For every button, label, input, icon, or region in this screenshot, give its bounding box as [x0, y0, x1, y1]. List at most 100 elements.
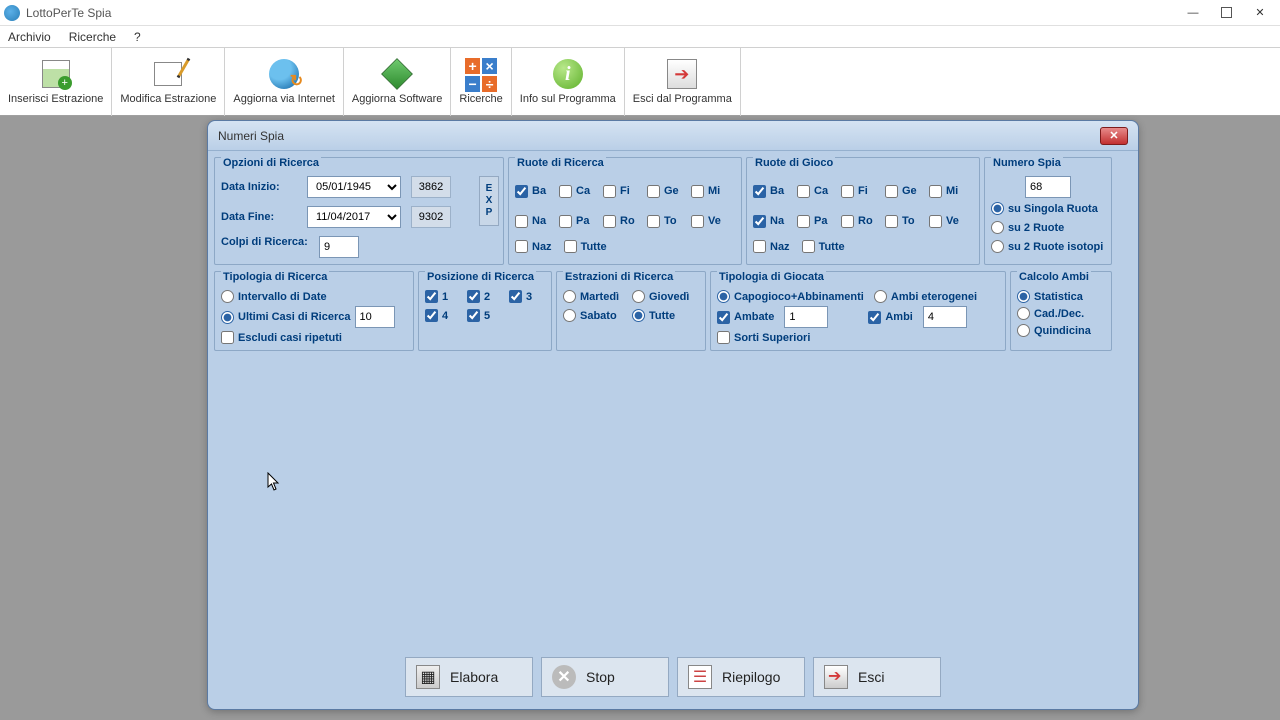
info-icon: i: [552, 58, 584, 90]
menu-ricerche[interactable]: Ricerche: [69, 30, 116, 44]
exit-icon: [666, 58, 698, 90]
radio-cad[interactable]: Cad./Dec.: [1017, 307, 1105, 320]
chk-rg-pa[interactable]: Pa: [797, 215, 841, 228]
chk-pos-4[interactable]: 4: [425, 309, 465, 322]
chk-rg-ca[interactable]: Ca: [797, 185, 841, 198]
dialog-title: Numeri Spia: [218, 129, 284, 143]
exp-button[interactable]: EXP: [479, 176, 499, 226]
group-tipologia-ricerca: Tipologia di Ricerca Intervallo di Date …: [214, 271, 414, 351]
radio-singola[interactable]: su Singola Ruota: [991, 202, 1105, 215]
input-ambi[interactable]: [923, 306, 967, 328]
legend-estrazioni: Estrazioni di Ricerca: [563, 271, 675, 283]
input-ambate[interactable]: [784, 306, 828, 328]
group-tipologia-giocata: Tipologia di Giocata Capogioco+Abbinamen…: [710, 271, 1006, 351]
chk-rr-ge[interactable]: Ge: [647, 185, 691, 198]
input-colpi[interactable]: [319, 236, 359, 258]
tool-esci[interactable]: Esci dal Programma: [625, 48, 741, 116]
input-data-fine[interactable]: 11/04/2017: [307, 206, 401, 228]
summary-icon: ☰: [688, 665, 712, 689]
chk-rg-mi[interactable]: Mi: [929, 185, 973, 198]
chk-rr-ca[interactable]: Ca: [559, 185, 603, 198]
chk-rr-ba[interactable]: Ba: [515, 185, 559, 198]
footer-buttons: ▦Elabora ✕Stop ☰Riepilogo Esci: [208, 657, 1138, 697]
menubar: Archivio Ricerche ?: [0, 26, 1280, 48]
tool-inserisci-label: Inserisci Estrazione: [8, 93, 103, 105]
readout-data-inizio: [411, 176, 451, 198]
group-numero-spia: Numero Spia su Singola Ruota su 2 Ruote …: [984, 157, 1112, 265]
app-title: LottoPerTe Spia: [26, 6, 111, 20]
legend-tipologia-ricerca: Tipologia di Ricerca: [221, 271, 329, 283]
chk-pos-1[interactable]: 1: [425, 290, 465, 303]
chk-rr-ro[interactable]: Ro: [603, 215, 647, 228]
input-ultimi[interactable]: [355, 306, 395, 328]
close-button[interactable]: ✕: [1250, 6, 1270, 20]
chk-rg-ge[interactable]: Ge: [885, 185, 929, 198]
chk-ambate[interactable]: Ambate: [717, 311, 774, 324]
group-estrazioni: Estrazioni di Ricerca Martedì Giovedì Sa…: [556, 271, 706, 351]
chk-rr-naz[interactable]: Naz: [515, 240, 552, 253]
radio-quin[interactable]: Quindicina: [1017, 324, 1105, 337]
chk-rg-tutte[interactable]: Tutte: [802, 240, 845, 253]
chk-rr-pa[interactable]: Pa: [559, 215, 603, 228]
radio-sabato[interactable]: Sabato: [563, 309, 630, 322]
package-icon: [381, 58, 413, 90]
exit-small-icon: [824, 665, 848, 689]
input-numero-spia[interactable]: [1025, 176, 1071, 198]
chk-rg-fi[interactable]: Fi: [841, 185, 885, 198]
stop-icon: ✕: [552, 665, 576, 689]
radio-isotopi[interactable]: su 2 Ruote isotopi: [991, 240, 1105, 253]
legend-calcolo: Calcolo Ambi: [1017, 271, 1091, 283]
chk-rg-ro[interactable]: Ro: [841, 215, 885, 228]
chk-rg-to[interactable]: To: [885, 215, 929, 228]
toolbar: Inserisci Estrazione Modifica Estrazione…: [0, 48, 1280, 116]
chk-rr-mi[interactable]: Mi: [691, 185, 735, 198]
chk-pos-2[interactable]: 2: [467, 290, 507, 303]
chk-rr-tutte[interactable]: Tutte: [564, 240, 607, 253]
chk-rg-naz[interactable]: Naz: [753, 240, 790, 253]
globe-refresh-icon: [268, 58, 300, 90]
chk-escludi[interactable]: Escludi casi ripetuti: [221, 331, 407, 344]
menu-help[interactable]: ?: [134, 30, 141, 44]
radio-ultimi[interactable]: Ultimi Casi di Ricerca: [221, 311, 351, 324]
tool-inserisci[interactable]: Inserisci Estrazione: [0, 48, 112, 116]
app-icon: [4, 5, 20, 21]
chk-rr-na[interactable]: Na: [515, 215, 559, 228]
chk-ambi[interactable]: Ambi: [868, 311, 913, 324]
radio-martedi[interactable]: Martedì: [563, 290, 630, 303]
radio-due[interactable]: su 2 Ruote: [991, 221, 1105, 234]
btn-elabora[interactable]: ▦Elabora: [405, 657, 533, 697]
calendar-plus-icon: [40, 58, 72, 90]
chk-pos-5[interactable]: 5: [467, 309, 507, 322]
chk-rr-to[interactable]: To: [647, 215, 691, 228]
menu-archivio[interactable]: Archivio: [8, 30, 51, 44]
tool-modifica[interactable]: Modifica Estrazione: [112, 48, 225, 116]
minimize-button[interactable]: —: [1183, 6, 1203, 20]
group-posizione: Posizione di Ricerca 1 2 3 4 5: [418, 271, 552, 351]
radio-giovedi[interactable]: Giovedì: [632, 290, 699, 303]
btn-riepilogo[interactable]: ☰Riepilogo: [677, 657, 805, 697]
tool-aggiorna-soft[interactable]: Aggiorna Software: [344, 48, 452, 116]
calculator-icon: +×−÷: [465, 58, 497, 90]
legend-ruote-ricerca: Ruote di Ricerca: [515, 157, 606, 169]
radio-capo[interactable]: Capogioco+Abbinamenti: [717, 290, 864, 303]
radio-etero[interactable]: Ambi eterogenei: [874, 290, 977, 303]
tool-aggiorna-net[interactable]: Aggiorna via Internet: [225, 48, 344, 116]
chk-rr-fi[interactable]: Fi: [603, 185, 647, 198]
radio-intervallo[interactable]: Intervallo di Date: [221, 290, 407, 303]
chk-pos-3[interactable]: 3: [509, 290, 549, 303]
radio-tutte[interactable]: Tutte: [632, 309, 699, 322]
tool-ricerche[interactable]: +×−÷ Ricerche: [451, 48, 511, 116]
btn-stop[interactable]: ✕Stop: [541, 657, 669, 697]
chk-rr-ve[interactable]: Ve: [691, 215, 735, 228]
group-calcolo: Calcolo Ambi Statistica Cad./Dec. Quindi…: [1010, 271, 1112, 351]
chk-rg-ve[interactable]: Ve: [929, 215, 973, 228]
maximize-button[interactable]: [1221, 7, 1232, 18]
input-data-inizio[interactable]: 05/01/1945: [307, 176, 401, 198]
chk-rg-na[interactable]: Na: [753, 215, 797, 228]
dialog-close-button[interactable]: ✕: [1100, 127, 1128, 145]
chk-rg-ba[interactable]: Ba: [753, 185, 797, 198]
tool-info[interactable]: i Info sul Programma: [512, 48, 625, 116]
radio-stat[interactable]: Statistica: [1017, 290, 1105, 303]
btn-esci[interactable]: Esci: [813, 657, 941, 697]
chk-sorti[interactable]: Sorti Superiori: [717, 331, 999, 344]
